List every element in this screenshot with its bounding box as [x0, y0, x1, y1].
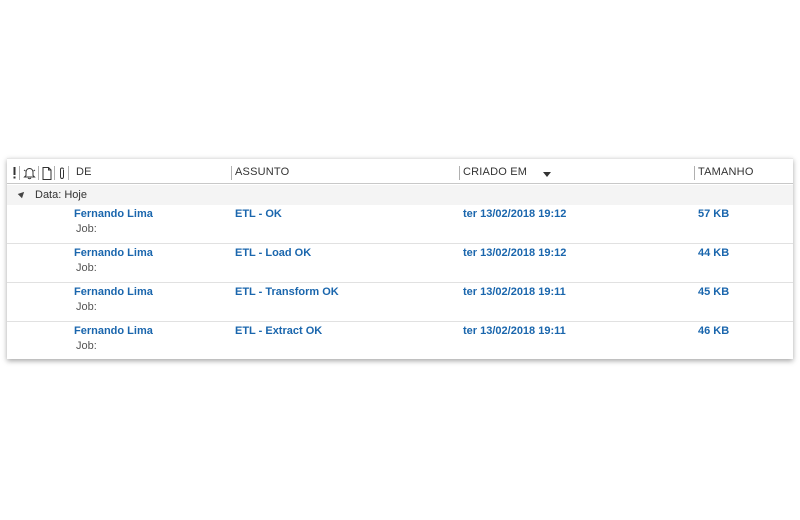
message-sender: Fernando Lima: [74, 286, 153, 298]
message-created: ter 13/02/2018 19:12: [463, 208, 567, 220]
attachment-icon[interactable]: [58, 166, 66, 180]
column-created[interactable]: CRIADO EM: [463, 166, 527, 178]
item-type-icon[interactable]: [42, 166, 52, 180]
reminder-icon[interactable]: [23, 166, 36, 180]
message-size: 44 KB: [698, 247, 730, 259]
group-header-today[interactable]: Data: Hoje: [7, 185, 793, 205]
message-subject: ETL - Extract OK: [235, 325, 323, 337]
column-from[interactable]: DE: [76, 166, 92, 178]
message-subject: ETL - Transform OK: [235, 286, 339, 298]
message-list-panel: DE ASSUNTO CRIADO EM TAMANHO Data: Hoje …: [7, 158, 793, 359]
column-divider[interactable]: [459, 166, 460, 180]
column-divider[interactable]: [231, 166, 232, 180]
column-header-row: DE ASSUNTO CRIADO EM TAMANHO: [7, 163, 793, 184]
message-size: 46 KB: [698, 325, 730, 337]
message-row[interactable]: Fernando Lima ETL - OK ter 13/02/2018 19…: [7, 205, 793, 244]
column-size[interactable]: TAMANHO: [698, 166, 754, 178]
message-sender: Fernando Lima: [74, 208, 153, 220]
message-created: ter 13/02/2018 19:11: [463, 286, 566, 298]
message-preview: Job:: [76, 301, 97, 313]
message-list: Fernando Lima ETL - OK ter 13/02/2018 19…: [7, 205, 793, 359]
screenshot-stage: DE ASSUNTO CRIADO EM TAMANHO Data: Hoje …: [0, 0, 800, 520]
message-created: ter 13/02/2018 19:11: [463, 325, 566, 337]
message-subject: ETL - Load OK: [235, 247, 312, 259]
importance-icon[interactable]: [12, 166, 17, 180]
message-size: 45 KB: [698, 286, 730, 298]
message-subject: ETL - OK: [235, 208, 282, 220]
column-divider[interactable]: [694, 166, 695, 180]
header-separator: [54, 166, 55, 180]
message-created: ter 13/02/2018 19:12: [463, 247, 567, 259]
sort-descending-icon[interactable]: [543, 172, 551, 177]
header-separator: [68, 166, 69, 180]
collapse-triangle-icon[interactable]: [17, 189, 27, 199]
message-row[interactable]: Fernando Lima ETL - Extract OK ter 13/02…: [7, 322, 793, 359]
column-subject[interactable]: ASSUNTO: [235, 166, 289, 178]
message-preview: Job:: [76, 223, 97, 235]
message-preview: Job:: [76, 340, 97, 352]
message-row[interactable]: Fernando Lima ETL - Load OK ter 13/02/20…: [7, 244, 793, 283]
message-sender: Fernando Lima: [74, 325, 153, 337]
message-row[interactable]: Fernando Lima ETL - Transform OK ter 13/…: [7, 283, 793, 322]
header-separator: [38, 166, 39, 180]
group-label: Data: Hoje: [35, 189, 87, 201]
message-sender: Fernando Lima: [74, 247, 153, 259]
header-separator: [19, 166, 20, 180]
header-icon-group: [12, 165, 72, 181]
message-size: 57 KB: [698, 208, 730, 220]
message-preview: Job:: [76, 262, 97, 274]
